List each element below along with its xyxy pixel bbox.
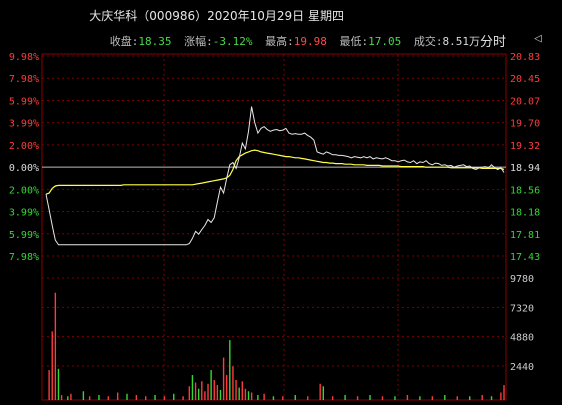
volume-bar — [82, 391, 85, 400]
volume-bar — [191, 375, 194, 400]
price-tick-label: 17.43 — [510, 252, 540, 263]
price-tick-label: 19.32 — [510, 141, 540, 152]
percent-tick-label: 7.98% — [9, 252, 39, 263]
volume-bar — [294, 395, 296, 400]
volume-bar — [356, 396, 359, 400]
volume-bar — [88, 396, 91, 400]
price-tick-label: 18.18 — [510, 208, 540, 219]
volume-bar — [238, 387, 240, 400]
volume-bar — [229, 340, 231, 400]
percent-tick-label: 7.98% — [9, 74, 39, 85]
volume-bar — [222, 357, 225, 400]
volume-bar — [244, 388, 247, 400]
grid — [41, 53, 507, 401]
intraday-chart: 20.83 9.98% 20.45 7.98% 20.07 5.99% 19.70 3.99%… — [9, 52, 540, 401]
volume-bar — [322, 386, 324, 400]
volume-bar — [307, 396, 309, 400]
price-tick-label: 19.70 — [510, 119, 540, 130]
volume-tick-label: 9780 — [510, 274, 534, 285]
volume-bar — [394, 396, 396, 400]
volume-bar — [406, 395, 409, 400]
volume-bar — [207, 383, 209, 400]
volume-bar — [204, 391, 206, 400]
volume-bar — [263, 393, 265, 400]
volume-bar — [188, 386, 191, 400]
volume-bar — [469, 396, 471, 400]
volume-bars — [48, 292, 505, 400]
volume-bar — [444, 395, 446, 400]
volume-bar — [57, 368, 60, 400]
volume-bar — [126, 393, 128, 400]
volume-bar — [331, 396, 334, 400]
price-tick-label: 18.56 — [510, 185, 540, 196]
percent-tick-label: 0.00% — [9, 163, 39, 174]
volume-bar — [232, 366, 234, 400]
volume-bar — [201, 381, 203, 400]
volume-bar — [419, 396, 421, 400]
percent-tick-label: 5.99% — [9, 230, 39, 241]
volume-tick-label: 4880 — [510, 333, 534, 344]
percent-tick-label: 2.00% — [9, 141, 39, 152]
volume-bar — [250, 392, 253, 400]
volume-bar — [431, 396, 434, 400]
volume-tick-label: 7320 — [510, 303, 534, 314]
percent-tick-label: 3.99% — [9, 119, 39, 130]
volume-bar — [98, 395, 100, 400]
volume-bar — [226, 375, 228, 400]
volume-bar — [145, 396, 147, 400]
volume-bar — [344, 395, 346, 400]
volume-bar — [163, 396, 166, 400]
price-tick-label: 20.83 — [510, 52, 540, 63]
volume-bar — [216, 385, 219, 400]
volume-bar — [369, 395, 371, 400]
volume-bar — [282, 396, 284, 400]
volume-bar — [51, 331, 53, 400]
volume-bar — [500, 392, 502, 400]
volume-bar — [490, 396, 493, 400]
volume-bar — [456, 396, 458, 400]
volume-bar — [194, 382, 197, 400]
volume-bar — [219, 390, 222, 400]
volume-bar — [60, 395, 63, 400]
percent-tick-label: 2.00% — [9, 185, 39, 196]
volume-bar — [257, 395, 259, 400]
volume-bar — [48, 370, 50, 400]
volume-bar — [235, 380, 237, 400]
volume-bar — [67, 396, 69, 400]
price-tick-label: 17.81 — [510, 230, 540, 241]
average-price-line — [45, 149, 505, 195]
volume-bar — [197, 388, 200, 400]
volume-tick-label: 2440 — [510, 362, 534, 373]
volume-bar — [116, 392, 119, 400]
percent-tick-label: 3.99% — [9, 208, 39, 219]
volume-bar — [503, 385, 505, 400]
volume-bar — [70, 393, 72, 400]
volume-bar — [107, 396, 110, 400]
volume-bar — [481, 395, 483, 400]
price-line — [45, 106, 505, 246]
price-tick-label: 18.94 — [510, 163, 540, 174]
volume-bar — [272, 396, 275, 400]
volume-bar — [54, 292, 57, 400]
volume-bar — [247, 391, 250, 400]
volume-bar — [213, 380, 215, 400]
volume-bar — [135, 395, 138, 400]
volume-bar — [182, 396, 184, 400]
volume-bar — [154, 395, 156, 400]
price-tick-label: 20.45 — [510, 74, 540, 85]
volume-bar — [381, 396, 384, 400]
price-tick-label: 20.07 — [510, 96, 540, 107]
volume-bar — [173, 393, 175, 400]
percent-tick-label: 5.99% — [9, 96, 39, 107]
volume-bar — [319, 383, 321, 400]
chart-frame — [41, 53, 507, 401]
volume-bar — [241, 381, 243, 400]
volume-bar — [210, 370, 212, 400]
percent-tick-label: 9.98% — [9, 52, 39, 63]
